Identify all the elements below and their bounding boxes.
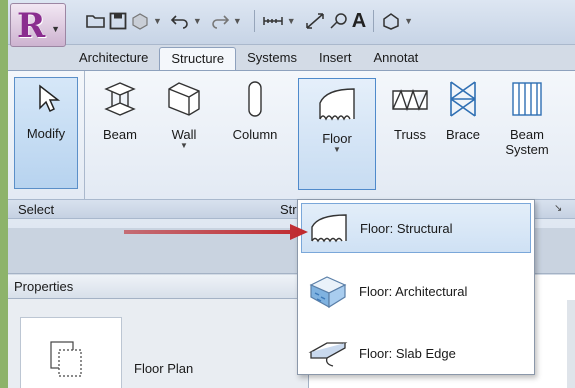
red-arrow-annotation xyxy=(124,224,308,240)
